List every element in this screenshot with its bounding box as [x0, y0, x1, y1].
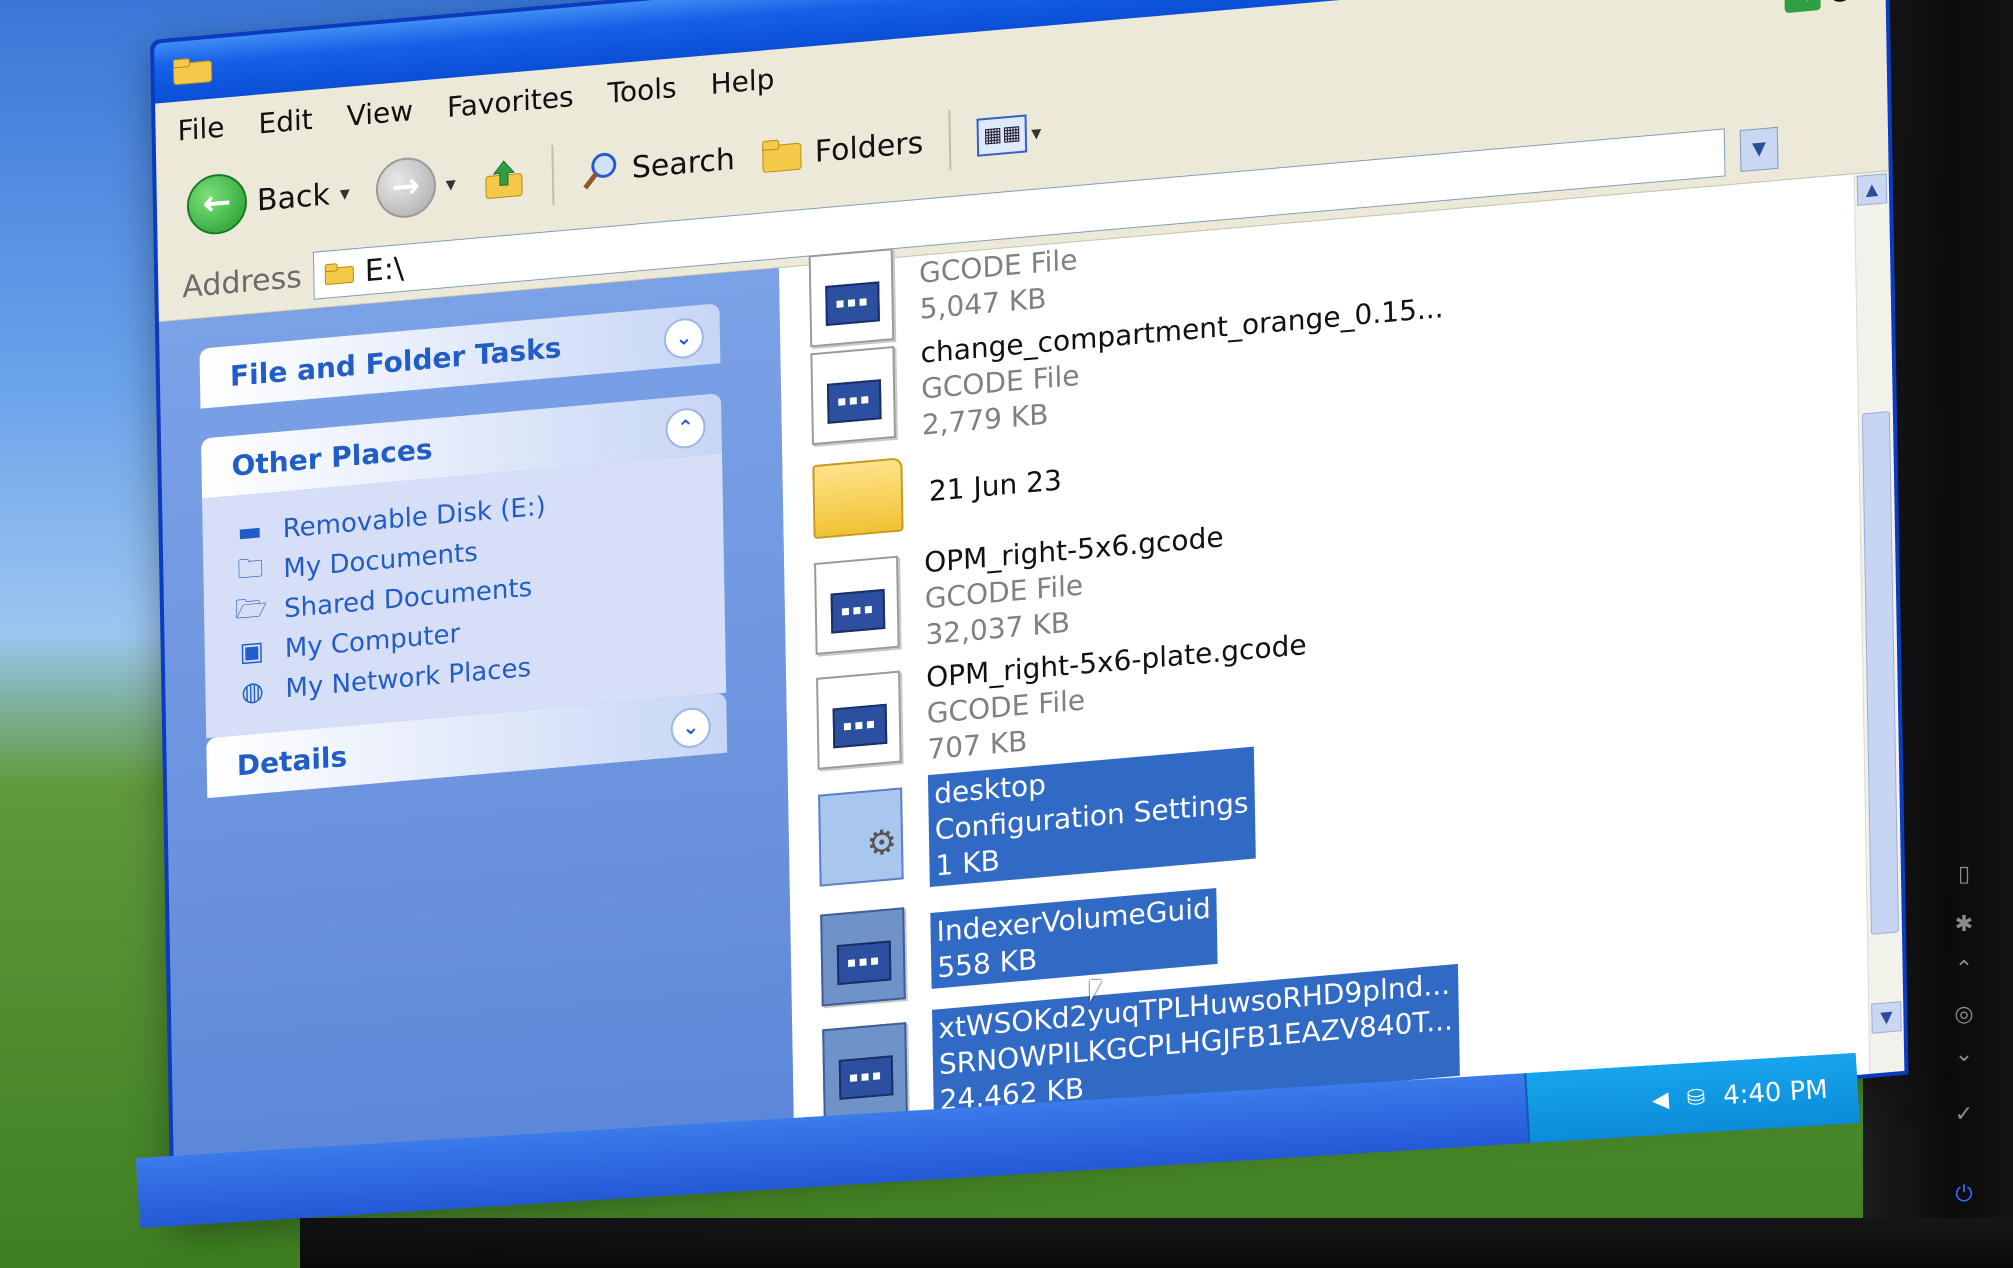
bezel-up-button[interactable]: ⌃: [1949, 955, 1979, 985]
bezel-brightness-button[interactable]: ✱: [1949, 910, 1979, 940]
scroll-up-icon[interactable]: ▲: [1856, 173, 1888, 206]
explorer-window: _ □ ✕ File Edit View Favorites Tools Hel…: [150, 0, 1909, 1227]
back-arrow-icon: ←: [186, 171, 248, 237]
address-value: E:\: [364, 250, 405, 289]
config-settings-icon: ⚙: [818, 787, 904, 887]
folders-label: Folders: [814, 124, 924, 170]
other-places-panel: Other Places ⌃ ▬ Removable Disk (E:) 🗀 M…: [201, 393, 727, 739]
views-dropdown-icon: ▾: [1030, 120, 1042, 146]
folder-icon: [172, 58, 213, 86]
folders-button[interactable]: Folders: [761, 124, 924, 174]
menu-view[interactable]: View: [346, 94, 413, 133]
bezel-input-button[interactable]: ◎: [1949, 1000, 1979, 1030]
up-button[interactable]: [481, 155, 526, 203]
other-places-title: Other Places: [231, 431, 433, 483]
up-folder-icon: [485, 160, 523, 199]
other-places-list: ▬ Removable Disk (E:) 🗀 My Documents 🗁 S…: [202, 453, 727, 739]
task-pane: File and Folder Tasks ⌄ Other Places ⌃ ▬…: [158, 268, 795, 1223]
views-icon: ▦▦: [976, 114, 1028, 157]
search-label: Search: [631, 141, 736, 186]
menu-edit[interactable]: Edit: [258, 102, 313, 140]
toolbar-separator: [551, 144, 555, 205]
menu-favorites[interactable]: Favorites: [447, 80, 574, 124]
gcode-file-icon: ▪▪▪: [808, 248, 895, 348]
file-text: IndexerVolumeGuid 558 KB: [930, 887, 1218, 989]
system-file-icon: ▪▪▪: [820, 907, 906, 1007]
bezel-down-button[interactable]: ⌄: [1949, 1040, 1979, 1070]
gcode-file-icon: ▪▪▪: [816, 670, 902, 770]
file-text: OPM_right-5x6.gcode GCODE File 32,037 KB: [924, 519, 1225, 653]
monitor-bezel-bottom: [300, 1218, 2013, 1268]
file-text: desktop Configuration Settings 1 KB: [927, 746, 1256, 887]
toolbar-separator: [948, 110, 952, 171]
network-icon: ◍: [240, 676, 265, 709]
tray-expand-icon[interactable]: ◀: [1651, 1087, 1669, 1113]
power-icon[interactable]: ⏻: [1949, 1180, 1979, 1210]
file-text: 21 Jun 23: [929, 462, 1062, 510]
folder-icon: [812, 457, 904, 540]
safely-remove-hardware-icon[interactable]: ⛁: [1686, 1085, 1706, 1111]
forward-arrow-icon: →: [375, 155, 437, 221]
file-folder-tasks-header[interactable]: File and Folder Tasks ⌄: [199, 303, 721, 409]
back-label: Back: [256, 176, 331, 219]
views-button[interactable]: ▦▦ ▾: [976, 113, 1042, 157]
scroll-down-icon[interactable]: ▼: [1871, 1001, 1902, 1034]
address-label: Address: [182, 259, 303, 305]
back-dropdown-icon[interactable]: ▾: [340, 181, 350, 206]
scroll-thumb[interactable]: [1861, 411, 1899, 935]
menu-help[interactable]: Help: [710, 62, 774, 101]
computer-icon: ▣: [239, 636, 265, 669]
shared-folder-icon: 🗁: [234, 592, 268, 626]
system-file-icon: ▪▪▪: [822, 1022, 908, 1122]
bezel-menu-button[interactable]: ▯: [1949, 860, 1979, 890]
forward-dropdown-icon[interactable]: ▾: [446, 171, 456, 196]
file-item-selected[interactable]: ▪▪▪ IndexerVolumeGuid 558 KB: [820, 880, 1218, 1007]
magnifier-icon: [583, 152, 617, 190]
file-list: ▪▪▪ GCODE File 5,047 KB ▪▪▪ change_compa…: [778, 174, 1871, 1168]
chevron-down-icon[interactable]: ⌄: [670, 706, 712, 750]
forward-button[interactable]: → ▾: [375, 153, 456, 221]
chevron-up-icon[interactable]: ⌃: [665, 406, 706, 450]
gcode-file-icon: ▪▪▪: [810, 346, 896, 446]
details-title: Details: [236, 739, 348, 783]
file-folder-tasks-panel: File and Folder Tasks ⌄: [199, 303, 721, 409]
file-name: 21 Jun 23: [928, 463, 1063, 508]
folder-icon: [325, 263, 355, 285]
folders-icon: [762, 139, 802, 173]
address-dropdown-icon[interactable]: ▼: [1739, 126, 1779, 173]
bezel-ok-button[interactable]: ✓: [1949, 1100, 1979, 1130]
file-text: GCODE File 5,047 KB: [919, 242, 1079, 328]
drive-icon: ▬: [237, 516, 263, 549]
folder-item[interactable]: 21 Jun 23: [812, 443, 1062, 540]
mouse-cursor-icon: [1090, 980, 1114, 1002]
gcode-file-icon: ▪▪▪: [814, 555, 900, 655]
file-folder-tasks-title: File and Folder Tasks: [229, 330, 562, 393]
back-button[interactable]: ← Back ▾: [186, 163, 350, 237]
menu-file[interactable]: File: [177, 110, 224, 147]
menu-tools[interactable]: Tools: [607, 71, 677, 110]
clock[interactable]: 4:40 PM: [1722, 1075, 1828, 1111]
search-button[interactable]: Search: [579, 138, 735, 193]
chevron-down-icon[interactable]: ⌄: [663, 316, 705, 361]
